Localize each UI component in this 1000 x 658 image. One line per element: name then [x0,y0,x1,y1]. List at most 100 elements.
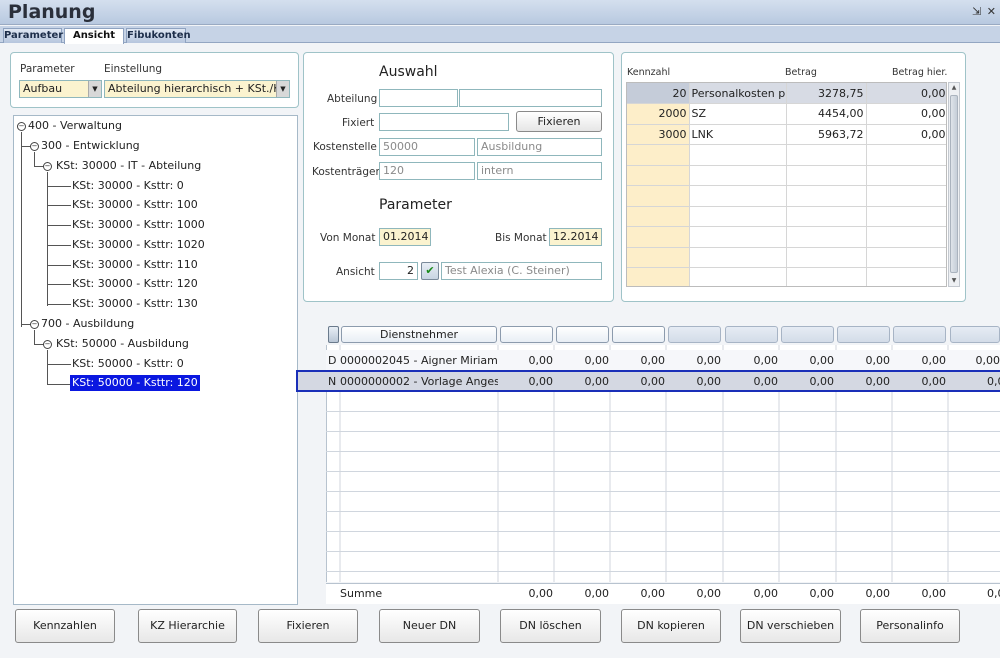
tree-node[interactable]: KSt: 30000 - Ksttr: 1020 [72,237,205,253]
tree-node[interactable]: KSt: 30000 - Ksttr: 130 [72,296,198,312]
tree-node[interactable]: KSt: 30000 - Ksttr: 1000 [72,217,205,233]
value-cell[interactable]: 0,00 [725,354,779,367]
month-column-header[interactable] [612,326,665,343]
value-cell[interactable]: 0,00 [612,354,666,367]
tree-node[interactable]: KSt: 30000 - IT - Abteilung [56,158,201,174]
tab-parameter[interactable]: Parameter [3,28,63,43]
chevron-down-icon[interactable]: ▼ [276,81,289,97]
kz-hierarchie-button[interactable]: KZ Hierarchie [138,609,237,643]
value-cell[interactable]: 0,00 [725,375,779,388]
value-cell[interactable]: 0,00 [893,354,947,367]
fixieren-bottom-button[interactable]: Fixieren [258,609,358,643]
kennzahl-name: Personalkosten pro [689,83,787,104]
kostentraeger-code-input[interactable]: 120 [379,162,475,180]
month-column-header[interactable] [837,326,890,343]
month-column-header[interactable] [668,326,721,343]
tree-node[interactable]: KSt: 30000 - Ksttr: 0 [72,178,184,194]
scroll-up-icon[interactable]: ▲ [949,83,959,93]
scroll-thumb[interactable] [950,95,958,273]
scroll-down-icon[interactable]: ▼ [949,276,959,286]
neuer-dn-button[interactable]: Neuer DN [379,609,480,643]
tree-node[interactable]: KSt: 30000 - Ksttr: 100 [72,197,198,213]
kennzahlen-button[interactable]: Kennzahlen [15,609,115,643]
month-column-header[interactable] [556,326,609,343]
collapse-icon[interactable]: − [30,320,39,329]
kostenstelle-name-input[interactable]: Ausbildung [477,138,602,156]
month-column-header[interactable] [725,326,778,343]
kennzahl-betrag: 4454,00 [786,103,867,125]
month-column-header[interactable] [893,326,946,343]
von-monat-input[interactable]: 01.2014 [379,228,431,246]
value-cell[interactable]: 0,00 [781,354,835,367]
personalinfo-button[interactable]: Personalinfo [860,609,960,643]
close-icon[interactable]: ✕ [987,5,996,18]
kostenstelle-label: Kostenstelle [313,141,377,153]
dn-verschieben-button[interactable]: DN verschieben [740,609,841,643]
month-column-header[interactable] [500,326,553,343]
kennzahl-header: Kennzahl [627,67,671,78]
kennzahl-betrag: 3278,75 [786,83,867,104]
restore-icon[interactable]: ⇲ [972,5,981,18]
tab-ansicht[interactable]: Ansicht [64,28,124,44]
ansicht-name-input[interactable]: Test Alexia (C. Steiner) [441,262,602,280]
value-cell[interactable]: 0,00 [556,375,610,388]
value-cell[interactable]: 0,00 [500,354,554,367]
abteilung-name-input[interactable] [459,89,602,107]
kennzahl-nr: 20 [627,83,690,104]
value-cell[interactable]: 0,00 [781,375,835,388]
summe-label: Summe [340,587,383,600]
tree-node-selected[interactable]: KSt: 50000 - Ksttr: 120 [70,375,200,391]
tree-node[interactable]: 300 - Entwicklung [41,138,140,154]
ansicht-label: Ansicht [336,266,375,278]
summe-cell: 0,00 [921,587,947,600]
value-cell[interactable]: 0,00 [500,375,554,388]
abteilung-code-input[interactable] [379,89,458,107]
collapse-icon[interactable]: − [43,162,52,171]
kennzahl-row[interactable]: 3000 LNK 5963,72 0,00 [627,124,946,145]
value-cell[interactable]: 0,00 [668,354,722,367]
dn-loeschen-button[interactable]: DN löschen [500,609,601,643]
row-flag: N [328,375,337,388]
ansicht-input[interactable]: 2 [379,262,418,280]
delete-column-icon[interactable] [328,326,339,343]
kennzahl-nr: 2000 [627,103,690,125]
collapse-icon[interactable]: − [30,142,39,151]
bis-monat-input[interactable]: 12.2014 [549,228,602,246]
dienstnehmer-name: 0000000002 - Vorlage Angeste [340,375,498,388]
value-cell[interactable]: 0,00 [612,375,666,388]
kennzahl-name: SZ [689,103,787,125]
tree-node[interactable]: KSt: 30000 - Ksttr: 120 [72,276,198,292]
summe-cell: 0,00 [584,587,610,600]
kennzahl-row[interactable]: 2000 SZ 4454,00 0,00 [627,103,946,125]
month-column-header[interactable] [950,326,1000,343]
tab-fibukonten[interactable]: Fibukonten [126,28,191,43]
einstellung-select[interactable]: Abteilung hierarchisch + KSt./K... ▼ [104,80,290,98]
kostenstelle-code-input[interactable]: 50000 [379,138,475,156]
dn-kopieren-button[interactable]: DN kopieren [621,609,721,643]
kostentraeger-name-input[interactable]: intern [477,162,602,180]
value-cell[interactable]: 0,00 [837,354,891,367]
value-cell[interactable]: 0,00 [668,375,722,388]
fixieren-button[interactable]: Fixieren [516,111,602,132]
value-cell[interactable]: 0,00 [556,354,610,367]
calendar-check-icon[interactable]: ✔ [421,262,439,280]
tree-node[interactable]: 400 - Verwaltung [28,118,122,134]
kennzahl-scrollbar[interactable]: ▲ ▼ [948,82,960,287]
tree-node[interactable]: 700 - Ausbildung [41,316,134,332]
collapse-icon[interactable]: − [43,340,52,349]
value-cell[interactable]: 0,00 [893,375,947,388]
fixiert-label: Fixiert [342,117,375,129]
value-cell[interactable]: 0,00 [950,354,1000,367]
parameter-select[interactable]: Aufbau ▼ [19,80,102,98]
value-cell[interactable]: 0,00 [837,375,891,388]
fixiert-input[interactable] [379,113,509,131]
tree-node[interactable]: KSt: 50000 - Ksttr: 0 [72,356,184,372]
chevron-down-icon[interactable]: ▼ [88,81,101,97]
dienstnehmer-header-button[interactable]: Dienstnehmer [341,326,497,343]
tree-node[interactable]: KSt: 50000 - Ausbildung [56,336,189,352]
kennzahl-row[interactable]: 20 Personalkosten pro 3278,75 0,00 [627,83,946,104]
collapse-icon[interactable]: − [17,122,26,131]
month-column-header[interactable] [781,326,834,343]
tree-node[interactable]: KSt: 30000 - Ksttr: 110 [72,257,198,273]
value-cell[interactable]: 0,0 [950,375,1000,388]
